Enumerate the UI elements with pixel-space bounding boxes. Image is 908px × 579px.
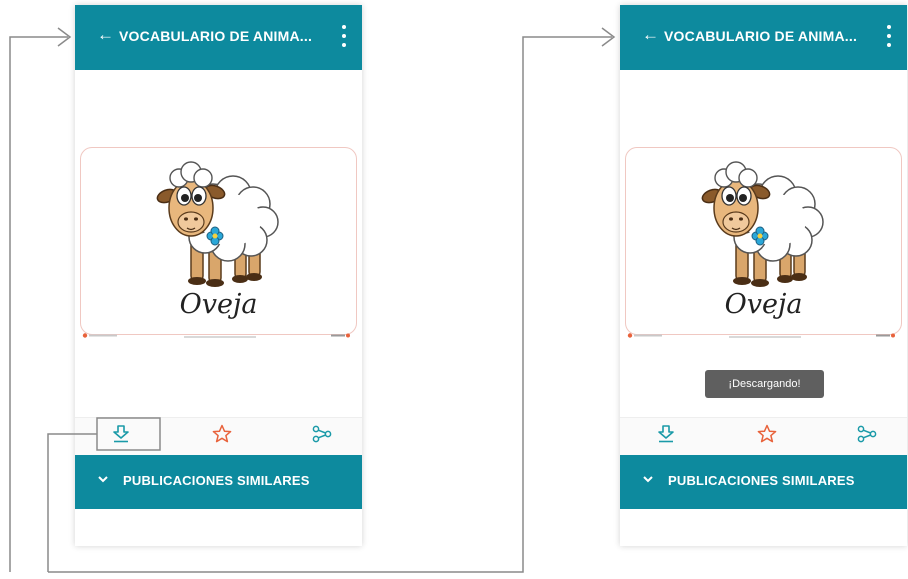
arrow-loop-right — [47, 36, 612, 573]
flow-arrows — [9, 27, 616, 573]
arrow-loop-left — [9, 36, 68, 572]
download-highlight-box — [96, 417, 161, 451]
